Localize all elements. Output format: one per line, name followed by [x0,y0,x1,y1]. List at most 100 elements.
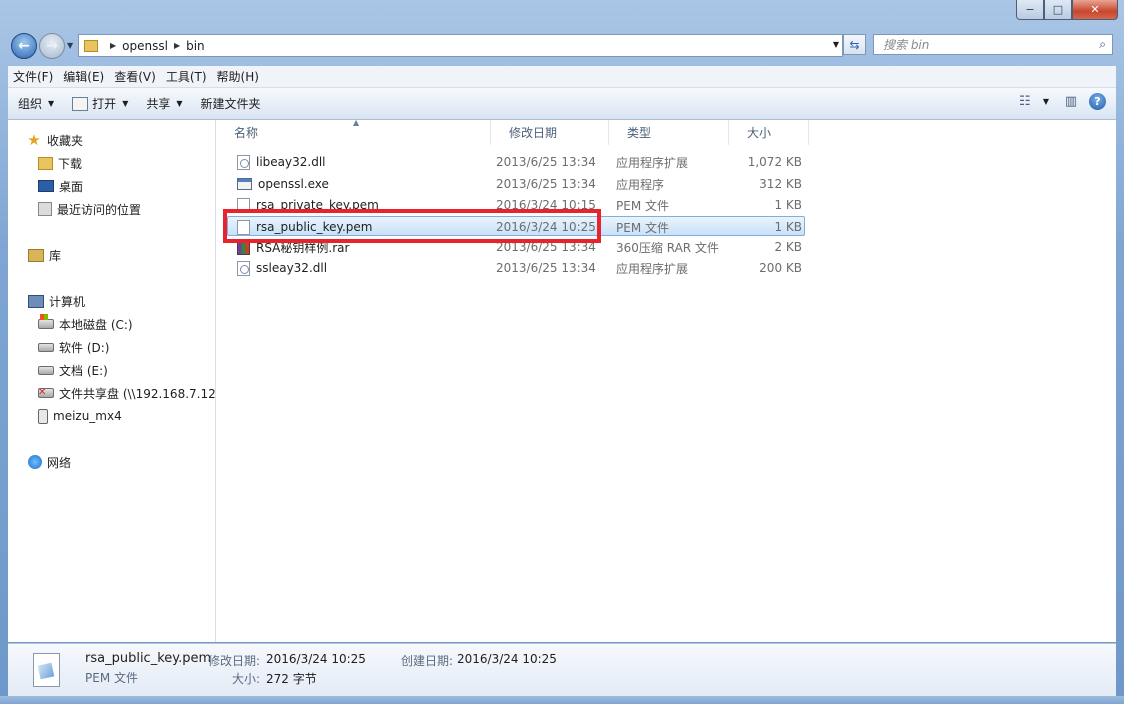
menu-help[interactable]: 帮助(H) [212,68,264,85]
view-controls: ☷ ▼ ▥ ? [1017,93,1106,110]
column-label: 大小 [747,126,772,140]
file-row[interactable]: ssleay32.dll 2013/6/25 13:34 应用程序扩展 200 … [227,258,805,278]
nav-label: 下载 [58,156,83,171]
file-name: openssl.exe [258,177,329,191]
chevron-down-icon: ▼ [122,99,129,108]
command-bar: 组织 ▼ 打开 ▼ 共享 ▼ 新建文件夹 ☷ ▼ ▥ ? [8,88,1116,120]
library-icon [28,248,44,262]
refresh-button[interactable]: ⇆ [843,34,866,55]
help-icon[interactable]: ? [1089,93,1106,110]
nav-desktop[interactable]: 桌面 [38,176,83,196]
caption-buttons: − □ ✕ [1016,0,1118,20]
nav-network[interactable]: 网络 [28,452,71,472]
menu-file[interactable]: 文件(F) [8,68,58,85]
star-icon: ★ [27,131,41,149]
phone-device-icon [38,408,48,424]
computer-icon [28,294,44,308]
file-type: 应用程序扩展 [616,155,689,170]
file-name: ssleay32.dll [256,261,328,275]
nav-label: meizu_mx4 [53,409,122,423]
address-bar[interactable]: ▶ openssl ▶ bin ▼ [78,34,843,57]
breadcrumb-separator-icon[interactable]: ▶ [110,41,116,50]
nav-favorites[interactable]: ★ 收藏夹 [26,130,83,150]
details-size-value: 272 字节 [266,672,317,686]
open-button[interactable]: 打开 ▼ [64,95,136,112]
nav-recent-places[interactable]: 最近访问的位置 [38,199,141,219]
details-size-label: 大小: [232,672,261,686]
organize-button[interactable]: 组织 ▼ [10,95,62,112]
file-type: PEM 文件 [616,220,669,235]
nav-network-share[interactable]: 文件共享盘 (\\192.168.7.120 [38,383,215,403]
maximize-button[interactable]: □ [1044,0,1072,20]
nav-drive-d[interactable]: 软件 (D:) [38,337,109,357]
minimize-button[interactable]: − [1016,0,1044,20]
menu-edit[interactable]: 编辑(E) [58,68,109,85]
back-button[interactable]: ← [11,33,37,59]
details-created-value: 2016/3/24 10:25 [457,652,557,666]
file-type: 应用程序 [616,177,665,192]
breadcrumb-openssl[interactable]: openssl [122,39,168,53]
nav-label: 网络 [47,455,72,470]
menu-view[interactable]: 查看(V) [109,68,161,85]
file-name-cell: libeay32.dll [237,152,487,172]
menu-tools[interactable]: 工具(T) [161,68,212,85]
red-highlight-annotation [223,209,601,243]
details-created-label: 创建日期: [401,654,454,668]
dll-file-icon [237,154,250,170]
nav-drive-c[interactable]: 本地磁盘 (C:) [38,314,133,334]
nav-label: 最近访问的位置 [57,202,142,217]
details-filetype: PEM 文件 [85,671,138,685]
column-header-name[interactable]: 名称 ▲ [216,118,491,145]
column-header-date[interactable]: 修改日期 [491,120,609,145]
nav-phone[interactable]: meizu_mx4 [38,406,122,426]
nav-label: 文档 (E:) [59,363,108,378]
file-size: 200 KB [759,261,802,275]
forward-arrow-icon: → [46,38,58,54]
view-options-icon[interactable]: ☷ [1017,94,1033,109]
nav-label: 计算机 [49,294,86,309]
folder-icon [84,39,98,52]
nav-computer[interactable]: 计算机 [28,291,85,311]
open-icon [72,96,89,111]
chevron-down-icon[interactable]: ▼ [1043,97,1049,106]
file-size: 1 KB [774,220,802,234]
search-box[interactable]: 搜索 bin ⌕ [873,34,1113,55]
address-dropdown-icon[interactable]: ▼ [833,40,839,49]
open-label: 打开 [92,97,117,111]
organize-label: 组织 [18,97,43,111]
desktop-icon [38,180,54,192]
pem-file-large-icon [33,653,60,687]
file-row[interactable]: libeay32.dll 2013/6/25 13:34 应用程序扩展 1,07… [227,152,805,172]
file-size: 312 KB [759,177,802,191]
back-arrow-icon: ← [18,38,30,54]
hard-drive-icon [38,342,54,352]
file-size: 2 KB [774,240,802,254]
chevron-down-icon: ▼ [48,99,55,108]
search-input[interactable]: 搜索 bin [883,36,1099,53]
column-header-size[interactable]: 大小 [729,120,809,145]
nav-label: 收藏夹 [47,133,84,148]
chevron-down-icon: ▼ [176,99,183,108]
file-name-cell: ssleay32.dll [237,258,487,278]
share-button[interactable]: 共享 ▼ [138,95,190,112]
file-type: PEM 文件 [616,198,669,213]
file-row[interactable]: openssl.exe 2013/6/25 13:34 应用程序 312 KB [227,174,805,194]
file-date: 2013/6/25 13:34 [496,261,596,275]
breadcrumb-separator-icon[interactable]: ▶ [174,41,180,50]
nav-label: 库 [49,248,62,263]
menu-bar: 文件(F) 编辑(E) 查看(V) 工具(T) 帮助(H) [8,66,1116,88]
nav-label: 桌面 [59,179,84,194]
nav-label: 软件 (D:) [59,340,110,355]
nav-drive-e[interactable]: 文档 (E:) [38,360,108,380]
close-button[interactable]: ✕ [1072,0,1118,20]
nav-libraries[interactable]: 库 [28,245,61,265]
new-folder-button[interactable]: 新建文件夹 [193,95,269,112]
file-date: 2013/6/25 13:34 [496,155,596,169]
column-header-type[interactable]: 类型 [609,120,729,145]
breadcrumb-bin[interactable]: bin [186,39,205,53]
recent-pages-dropdown[interactable]: ▼ [67,41,73,50]
file-type: 应用程序扩展 [616,261,689,276]
forward-button[interactable]: → [39,33,65,59]
preview-pane-icon[interactable]: ▥ [1063,94,1079,109]
nav-downloads[interactable]: 下载 [38,153,82,173]
